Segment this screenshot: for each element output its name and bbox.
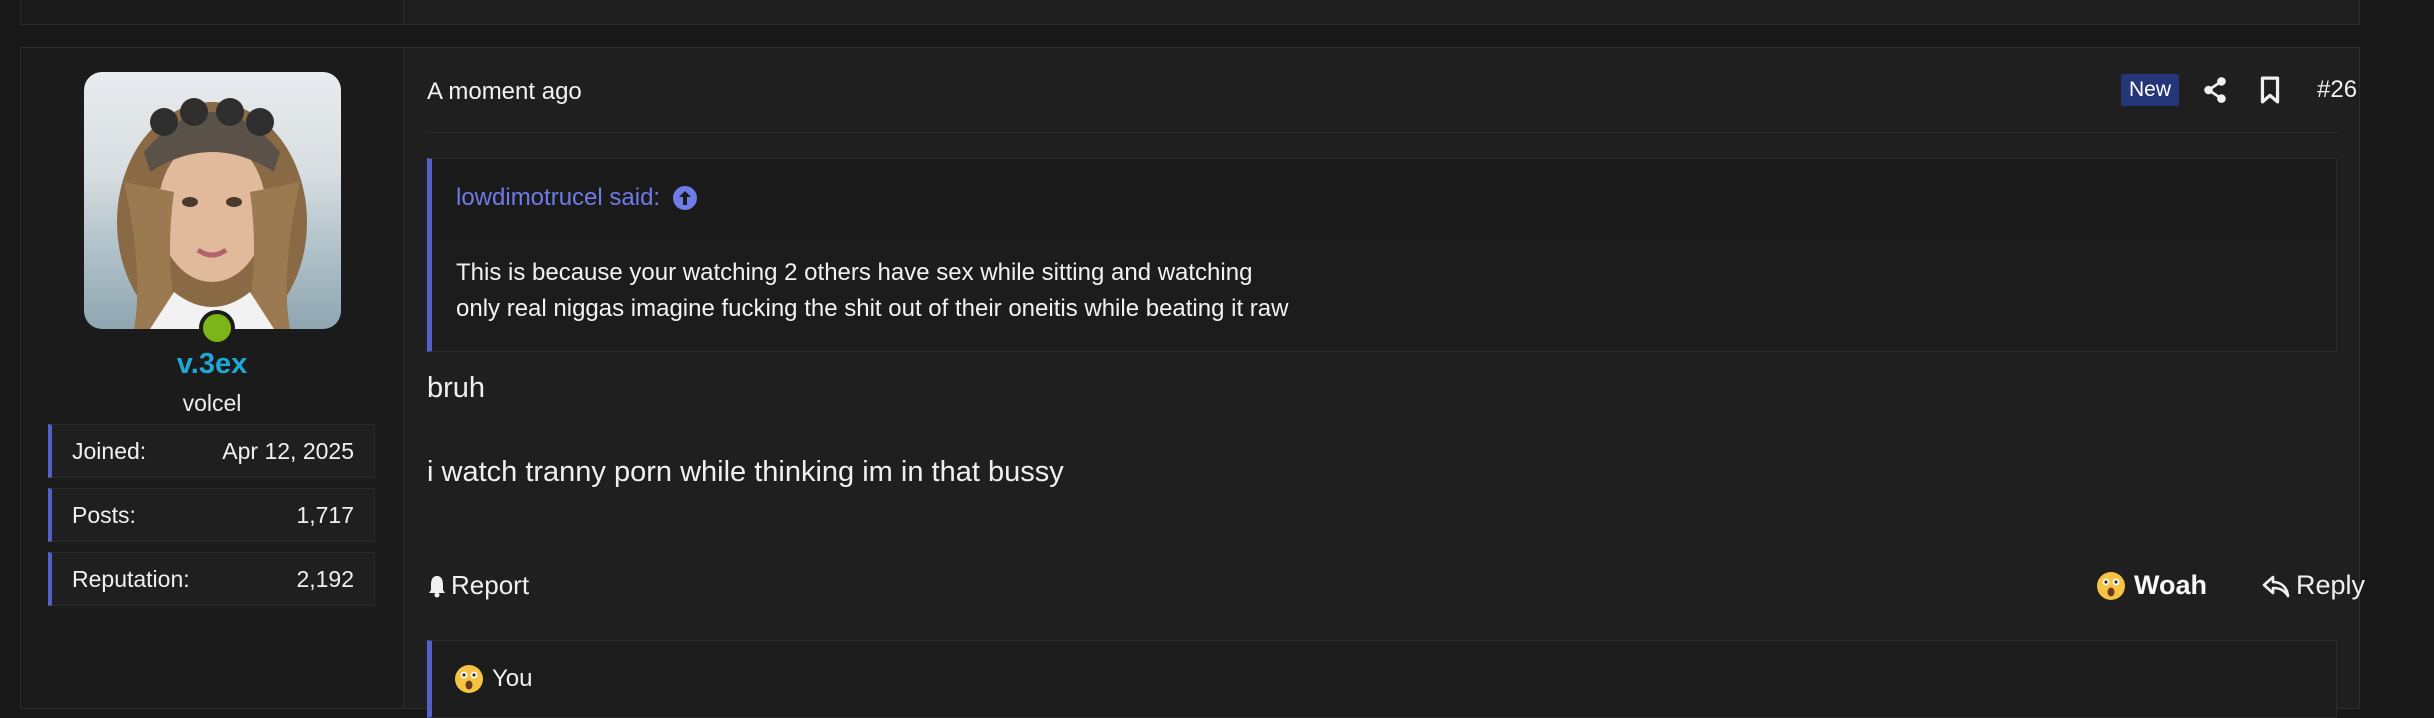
astonished-face-icon <box>455 665 483 693</box>
online-status-indicator <box>199 310 235 346</box>
message-column: A moment ago New #26 lowdimotrucel said: <box>404 48 2365 718</box>
reactions-text[interactable]: You <box>492 665 533 693</box>
stat-label: Joined: <box>72 437 147 464</box>
reply-icon <box>2262 575 2290 597</box>
share-icon[interactable] <box>2202 76 2228 104</box>
stat-value: Apr 12, 2025 <box>222 437 354 464</box>
stat-reputation: Reputation: 2,192 <box>48 552 375 606</box>
previous-post-user-column <box>21 0 404 24</box>
stat-joined: Joined: Apr 12, 2025 <box>48 424 375 478</box>
avatar[interactable] <box>84 72 341 329</box>
new-badge: New <box>2121 74 2180 106</box>
bell-icon <box>429 575 445 597</box>
report-button[interactable]: Report <box>427 570 529 601</box>
post-actions: Report Woah Reply <box>427 570 2365 610</box>
astonished-face-icon <box>2097 571 2125 600</box>
avatar-wrapper <box>84 72 341 346</box>
reply-label: Reply <box>2296 570 2366 600</box>
reactions-bar[interactable]: You <box>427 640 2337 718</box>
quote-header[interactable]: lowdimotrucel said: <box>432 159 2336 237</box>
stat-label: Reputation: <box>72 565 190 592</box>
reply-button[interactable]: Reply <box>2262 570 2365 601</box>
quote-block: lowdimotrucel said: This is because your… <box>427 158 2337 352</box>
stat-value: 2,192 <box>296 565 354 592</box>
bookmark-icon[interactable] <box>2259 76 2281 104</box>
message-paragraph: i watch tranny porn while thinking im in… <box>427 456 1064 488</box>
message-paragraph: bruh <box>427 372 486 404</box>
post-timestamp[interactable]: A moment ago <box>427 78 582 106</box>
quote-line: This is because your watching 2 others h… <box>456 259 1253 286</box>
woah-label: Woah <box>2134 570 2207 600</box>
report-label: Report <box>451 570 530 600</box>
woah-reaction-button[interactable]: Woah <box>2096 570 2207 601</box>
quote-content: This is because your watching 2 others h… <box>432 237 2336 327</box>
stat-label: Posts: <box>72 501 136 528</box>
stat-posts: Posts: 1,717 <box>48 488 375 542</box>
post-number-link[interactable]: #26 <box>2317 76 2357 104</box>
stat-value: 1,717 <box>296 501 354 528</box>
post: v.3ex volcel Joined: Apr 12, 2025 Posts:… <box>20 47 2365 718</box>
message-body: bruh i watch tranny porn while thinking … <box>427 368 1064 492</box>
previous-post <box>20 0 2360 25</box>
user-column: v.3ex volcel Joined: Apr 12, 2025 Posts:… <box>21 48 404 708</box>
avatar-image <box>117 98 307 329</box>
quote-line: only real niggas imagine fucking the shi… <box>456 295 1289 322</box>
user-title: volcel <box>182 390 242 416</box>
username[interactable]: v.3ex <box>21 348 403 381</box>
post-meta-bar: A moment ago New #26 <box>427 48 2357 133</box>
quote-author[interactable]: lowdimotrucel said: <box>456 184 660 212</box>
arrow-up-circle-icon[interactable] <box>672 185 698 211</box>
